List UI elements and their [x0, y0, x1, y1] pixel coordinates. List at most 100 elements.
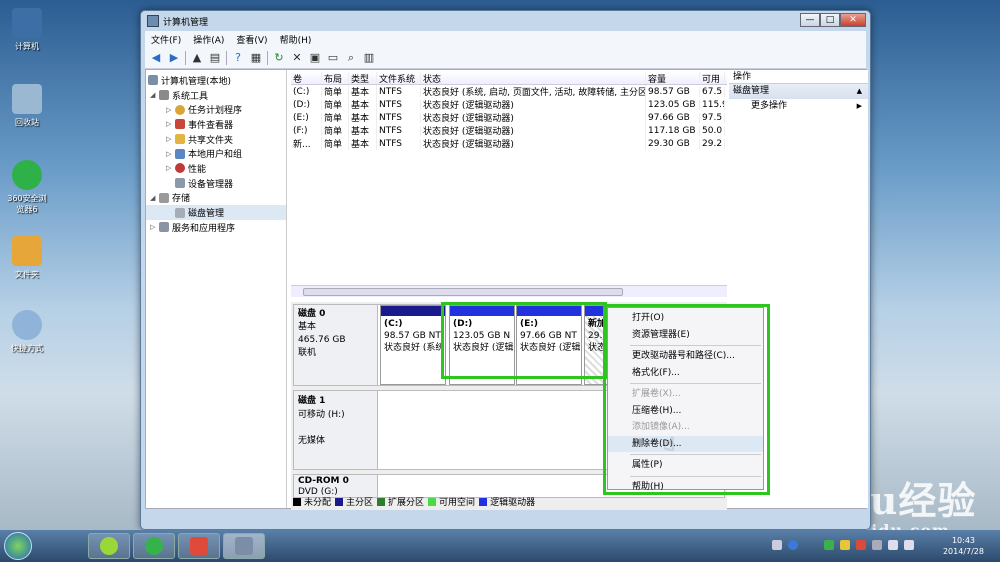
menu-view[interactable]: 查看(V) [230, 33, 273, 46]
column-header[interactable]: 文件系统 [377, 72, 421, 84]
tree-item-task-scheduler[interactable]: ▷ 任务计划程序 [146, 102, 286, 117]
expander-icon[interactable]: ▷ [150, 223, 159, 231]
horizontal-scrollbar[interactable] [291, 285, 727, 297]
view-icon[interactable]: ▦ [249, 51, 263, 65]
export-icon[interactable]: ▥ [362, 51, 376, 65]
clock[interactable]: 10:43 2014/7/28 [943, 535, 984, 557]
desktop-icon-shortcut[interactable]: 快捷方式 [4, 310, 50, 354]
menu-file[interactable]: 文件(F) [145, 33, 187, 46]
table-row[interactable]: 新... 简单 基本 NTFS 状态良好 (逻辑驱动器) 29.30 GB 29… [291, 137, 727, 150]
system-tray: 10:43 2014/7/28 [760, 530, 1000, 562]
show-tree-icon[interactable]: ▤ [208, 51, 222, 65]
tree-item-label: 系统工具 [172, 91, 209, 102]
collapse-icon[interactable]: ▲ [857, 84, 862, 99]
help-icon[interactable]: ? [231, 51, 245, 65]
device-manager-icon [175, 178, 185, 189]
back-icon[interactable]: ◀ [149, 51, 163, 65]
tree-item-performance[interactable]: ▷ 性能 [146, 161, 286, 176]
table-row[interactable]: (C:) 简单 基本 NTFS 状态良好 (系统, 启动, 页面文件, 活动, … [291, 85, 727, 98]
table-cell: (F:) [291, 125, 322, 136]
delete-icon[interactable]: ✕ [290, 51, 304, 65]
scrollbar-thumb[interactable] [303, 288, 623, 296]
tree-item-computer-management[interactable]: 计算机管理(本地) [146, 73, 286, 88]
table-cell: 基本 [349, 111, 377, 124]
table-cell: 117.18 GB [646, 125, 700, 136]
tray-help-icon[interactable] [788, 540, 798, 550]
minimize-button[interactable]: — [800, 13, 820, 27]
refresh-icon[interactable]: ↻ [272, 51, 286, 65]
desktop-icon-label: 回收站 [15, 118, 39, 127]
desktop-icon-browser[interactable]: 360安全浏览器6 [4, 160, 50, 215]
cdrom-0-label[interactable]: CD-ROM 0 DVD (G:) [294, 475, 378, 497]
table-row[interactable]: (F:) 简单 基本 NTFS 状态良好 (逻辑驱动器) 117.18 GB 5… [291, 124, 727, 137]
table-cell: 50.0 [700, 125, 725, 136]
tree-item-disk-management[interactable]: 磁盘管理 [146, 205, 286, 220]
legend-label: 可用空间 [439, 498, 476, 508]
tree-item-label: 事件查看器 [188, 120, 234, 131]
tray-security-icon[interactable] [824, 540, 834, 550]
open-icon[interactable]: ▭ [326, 51, 340, 65]
column-header[interactable]: 布局 [322, 72, 349, 84]
column-header[interactable]: 容量 [646, 72, 700, 84]
tree-item-label: 本地用户和组 [188, 150, 243, 161]
disk-1-label[interactable]: 磁盘 1 可移动 (H:) 无媒体 [294, 391, 378, 469]
legend-label: 未分配 [304, 498, 332, 508]
table-row[interactable]: (D:) 简单 基本 NTFS 状态良好 (逻辑驱动器) 123.05 GB 1… [291, 98, 727, 111]
more-actions[interactable]: 更多操作 ▶ [729, 99, 868, 114]
tray-app-icon[interactable] [840, 540, 850, 550]
tree-item-services-applications[interactable]: ▷ 服务和应用程序 [146, 220, 286, 235]
tray-flag-icon[interactable] [856, 540, 866, 550]
tree-item-event-viewer[interactable]: ▷ 事件查看器 [146, 117, 286, 132]
title-bar[interactable]: 计算机管理 — □ ✕ [141, 11, 870, 31]
column-header[interactable]: 类型 [349, 72, 377, 84]
table-cell: 简单 [322, 98, 349, 111]
taskbar-app-360[interactable] [88, 533, 130, 559]
desktop-icon-folder[interactable]: 文件夹 [4, 236, 50, 280]
column-header[interactable]: 状态 [421, 72, 646, 84]
expander-icon[interactable]: ▷ [166, 150, 175, 158]
start-button[interactable] [4, 532, 32, 560]
close-button[interactable]: ✕ [840, 13, 866, 27]
expander-icon[interactable]: ▷ [166, 120, 175, 128]
table-cell: NTFS [377, 125, 421, 136]
maximize-button[interactable]: □ [820, 13, 840, 27]
disk-0-label[interactable]: 磁盘 0 基本 465.76 GB 联机 [294, 305, 378, 385]
tray-volume-icon[interactable] [904, 540, 914, 550]
table-cell: 状态良好 (逻辑驱动器) [421, 111, 646, 124]
menu-action[interactable]: 操作(A) [187, 33, 230, 46]
tree-item-device-manager[interactable]: 设备管理器 [146, 176, 286, 191]
tray-expand-icon[interactable] [772, 540, 782, 550]
expander-icon[interactable]: ◢ [150, 194, 159, 202]
window-controls: — □ ✕ [800, 13, 866, 27]
taskbar-app-computer-management[interactable] [223, 533, 265, 559]
tree-item-local-users[interactable]: ▷ 本地用户和组 [146, 146, 286, 161]
actions-section-disk-management[interactable]: 磁盘管理 ▲ [729, 84, 868, 99]
legend-label: 逻辑驱动器 [490, 498, 536, 508]
table-cell: 基本 [349, 85, 377, 98]
expander-icon[interactable]: ▷ [166, 164, 175, 172]
desktop-icon-recycle-bin[interactable]: 回收站 [4, 84, 50, 128]
menu-help[interactable]: 帮助(H) [274, 33, 318, 46]
taskbar-app-recorder[interactable] [178, 533, 220, 559]
up-icon[interactable]: ▲ [190, 51, 204, 65]
mouse-cursor-icon: ☝ [664, 434, 675, 455]
column-header[interactable]: 可用 [700, 72, 725, 84]
find-icon[interactable]: ⌕ [344, 51, 358, 65]
tree-item-system-tools[interactable]: ◢ 系统工具 [146, 88, 286, 103]
tree-item-shared-folders[interactable]: ▷ 共享文件夹 [146, 132, 286, 147]
expander-icon[interactable]: ▷ [166, 135, 175, 143]
column-header[interactable]: 卷 [291, 72, 322, 84]
properties-icon[interactable]: ▣ [308, 51, 322, 65]
desktop-icon-computer[interactable]: 计算机 [4, 8, 50, 52]
taskbar-app-browser[interactable] [133, 533, 175, 559]
table-cell: 98.57 GB [646, 86, 700, 97]
tray-display-icon[interactable] [872, 540, 882, 550]
legend-swatch-extended [377, 497, 386, 506]
tree-item-storage[interactable]: ◢ 存储 [146, 191, 286, 206]
tray-network-icon[interactable] [888, 540, 898, 550]
expander-icon[interactable]: ◢ [150, 91, 159, 99]
partition-c[interactable]: (C:) 98.57 GB NTI 状态良好 (系统 [380, 305, 446, 385]
table-row[interactable]: (E:) 简单 基本 NTFS 状态良好 (逻辑驱动器) 97.66 GB 97… [291, 111, 727, 124]
expander-icon[interactable]: ▷ [166, 106, 175, 114]
forward-icon[interactable]: ▶ [167, 51, 181, 65]
